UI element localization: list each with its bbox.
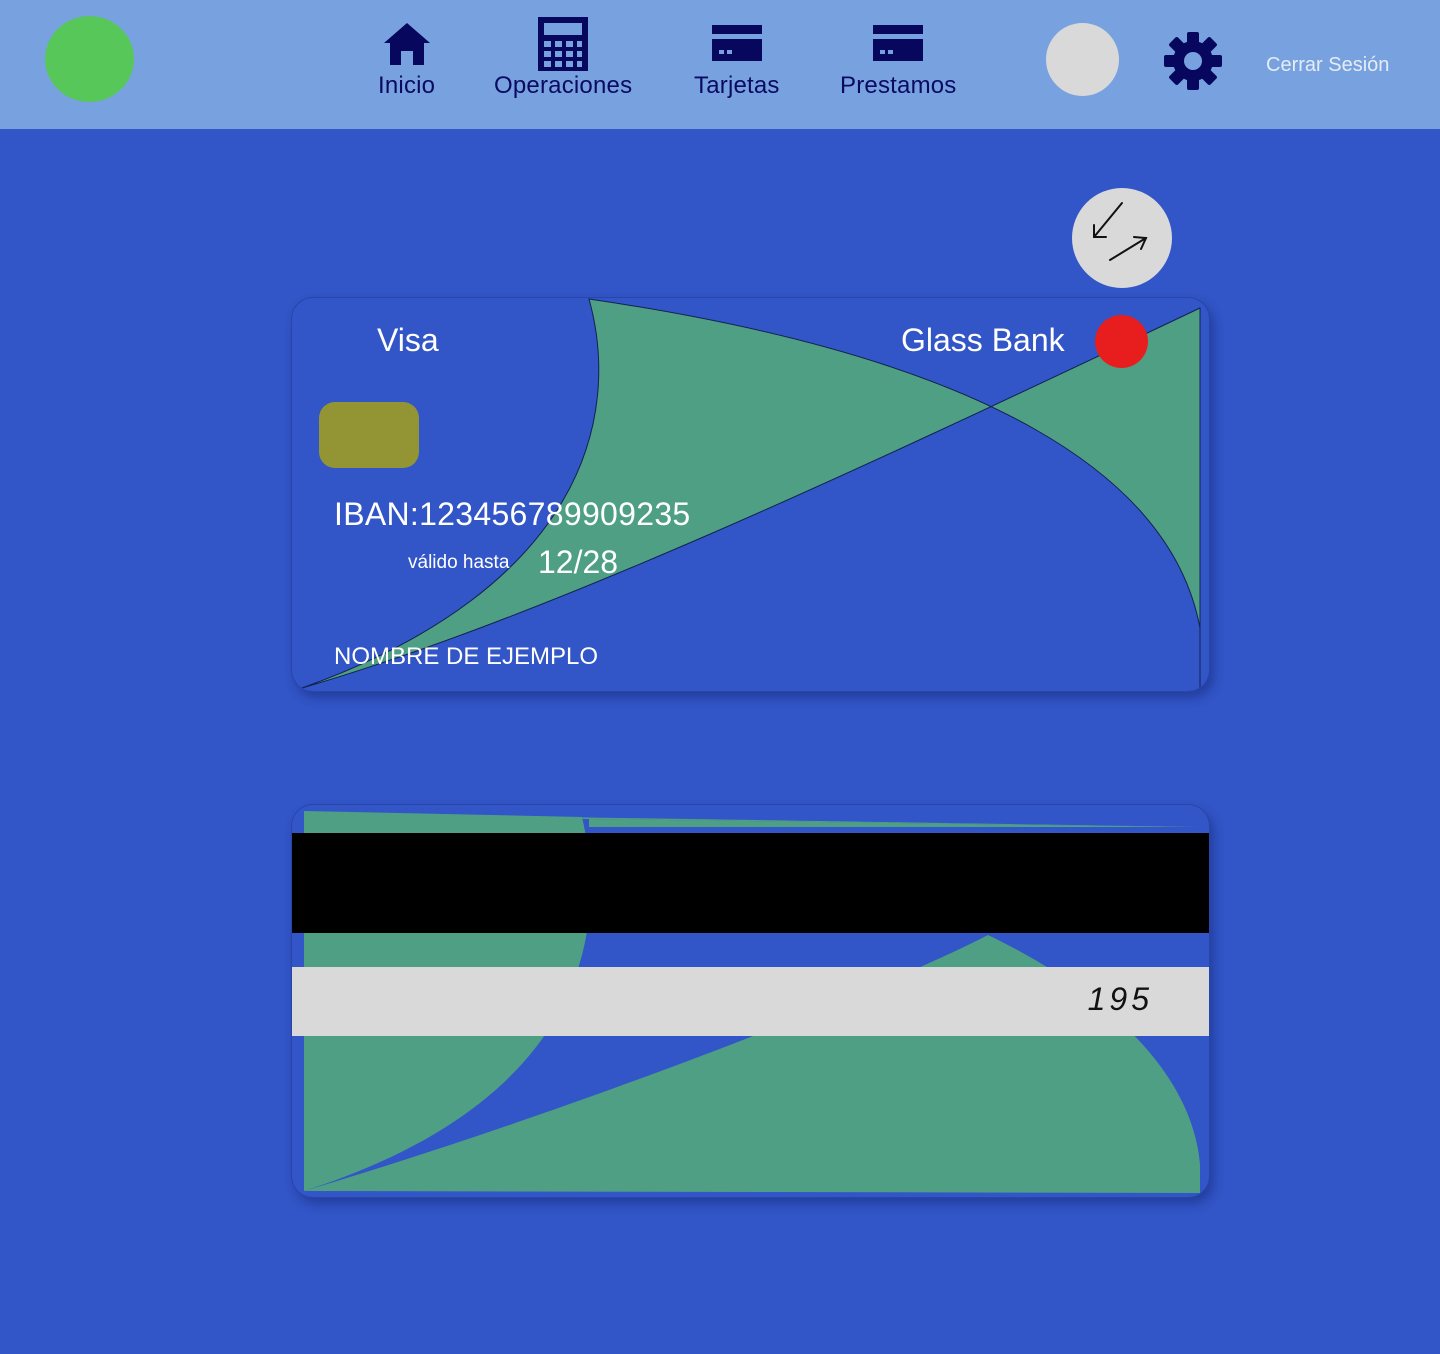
card-chip <box>319 402 419 468</box>
nav-item-tarjetas[interactable]: Tarjetas <box>694 16 780 100</box>
app-logo[interactable] <box>45 16 134 102</box>
bank-logo-dot <box>1095 315 1148 368</box>
card-iban: IBAN:123456789909235 <box>334 496 691 532</box>
swap-arrows-icon <box>1093 202 1148 261</box>
nav-label-inicio: Inicio <box>378 72 436 99</box>
valid-until-value: 12/28 <box>538 544 619 580</box>
gear-icon[interactable] <box>1163 31 1223 91</box>
logout-link[interactable]: Cerrar Sesión <box>1266 54 1389 77</box>
flip-card-button[interactable] <box>1072 188 1172 288</box>
nav-item-inicio[interactable]: Inicio <box>378 16 435 100</box>
signature-strip: 195 <box>292 967 1209 1036</box>
card-back: 195 <box>291 804 1210 1198</box>
card-front: Visa Glass Bank IBAN:123456789909235 vál… <box>291 297 1210 692</box>
bank-name: Glass Bank <box>901 322 1065 358</box>
card-cvv: 195 <box>1087 981 1153 1017</box>
magnetic-stripe <box>292 833 1209 933</box>
nav-label-tarjetas: Tarjetas <box>694 72 780 99</box>
card-icon <box>872 16 924 72</box>
home-icon <box>382 16 432 72</box>
nav-label-prestamos: Prestamos <box>840 72 957 99</box>
card-icon <box>711 16 763 72</box>
nav-item-operaciones[interactable]: Operaciones <box>494 16 632 100</box>
card-holder-name: NOMBRE DE EJEMPLO <box>334 643 599 670</box>
valid-until-label: válido hasta <box>408 552 510 573</box>
nav-label-operaciones: Operaciones <box>494 72 633 99</box>
calculator-icon <box>537 16 589 72</box>
nav-item-prestamos[interactable]: Prestamos <box>840 16 957 100</box>
avatar[interactable] <box>1046 23 1119 96</box>
top-navbar: Inicio Operaciones Tarjetas Prestamos Ce… <box>0 0 1440 129</box>
card-brand: Visa <box>377 322 439 358</box>
